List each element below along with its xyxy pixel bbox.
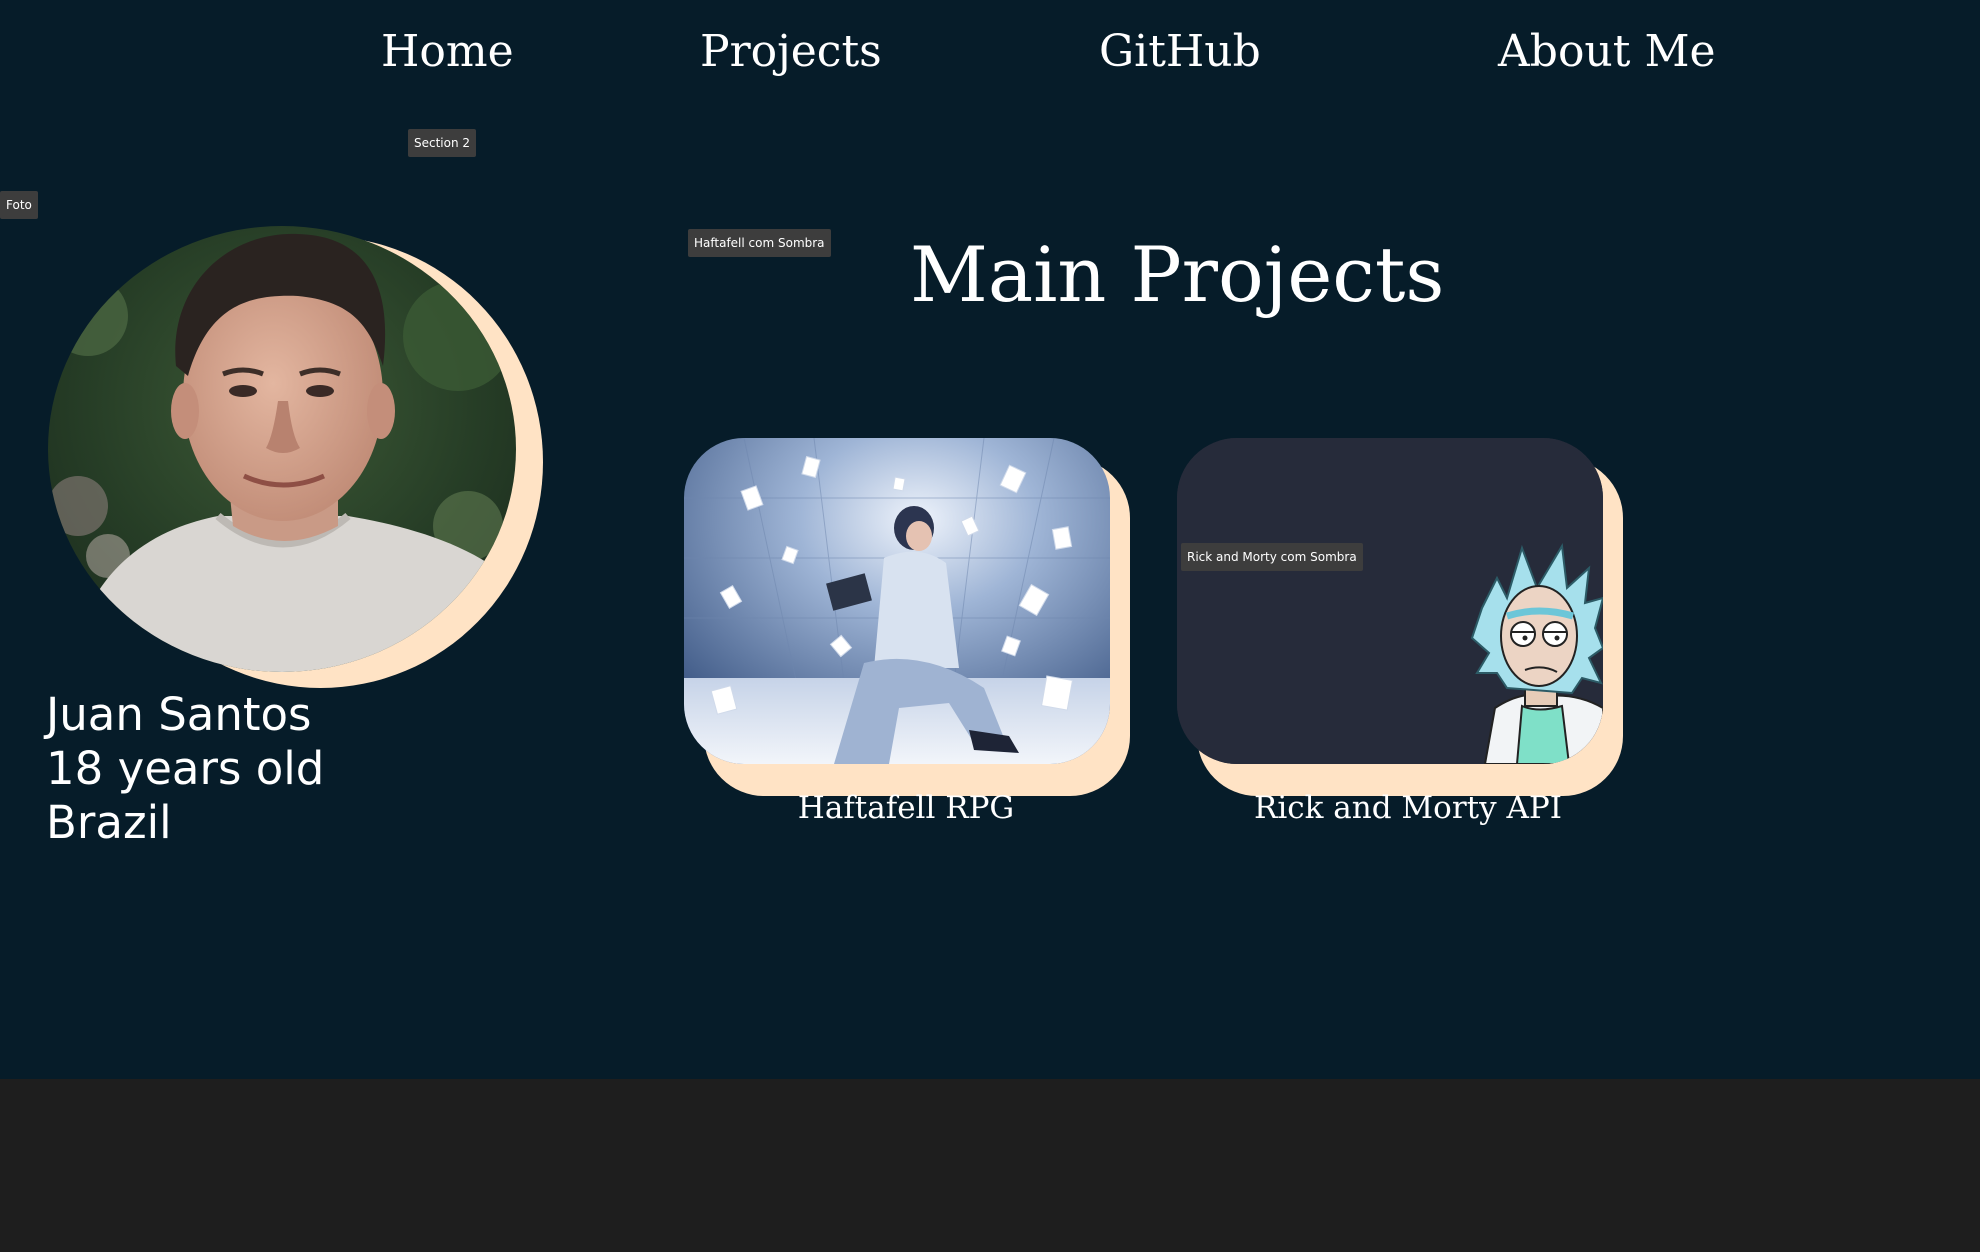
main-projects-title: Main Projects bbox=[910, 230, 1445, 319]
project-label-haftafell[interactable]: Haftafell RPG bbox=[660, 790, 1152, 826]
project-image-haftafell bbox=[684, 438, 1110, 764]
project-card-haftafell[interactable] bbox=[684, 438, 1130, 796]
nav-home-link[interactable]: Home bbox=[381, 26, 514, 77]
profile-photo-group bbox=[48, 226, 543, 688]
haftafell-illustration bbox=[684, 438, 1110, 764]
layer-tag-section[interactable]: Section 2 bbox=[408, 129, 477, 157]
layer-tag-haftafell[interactable]: Haftafell com Sombra bbox=[688, 229, 831, 257]
project-card-rick-and-morty[interactable] bbox=[1177, 438, 1623, 796]
project-label-rick-and-morty[interactable]: Rick and Morty API bbox=[1155, 790, 1661, 826]
profile-country: Brazil bbox=[46, 796, 172, 849]
nav-projects-link[interactable]: Projects bbox=[700, 26, 882, 77]
layer-tag-photo[interactable]: Foto bbox=[0, 191, 38, 219]
rick-illustration bbox=[1177, 438, 1603, 764]
profile-photo bbox=[48, 226, 516, 672]
profile-age: 18 years old bbox=[46, 742, 325, 795]
profile-name: Juan Santos bbox=[46, 688, 312, 741]
layer-tag-rick[interactable]: Rick and Morty com Sombra bbox=[1181, 543, 1363, 571]
page-frame: Home Projects GitHub About Me Section 2 … bbox=[0, 0, 1980, 1079]
canvas-background bbox=[0, 1079, 1980, 1252]
profile-portrait-image bbox=[48, 226, 516, 672]
project-image-rick-and-morty bbox=[1177, 438, 1603, 764]
nav-about-link[interactable]: About Me bbox=[1498, 26, 1716, 77]
nav-github-link[interactable]: GitHub bbox=[1099, 26, 1261, 77]
